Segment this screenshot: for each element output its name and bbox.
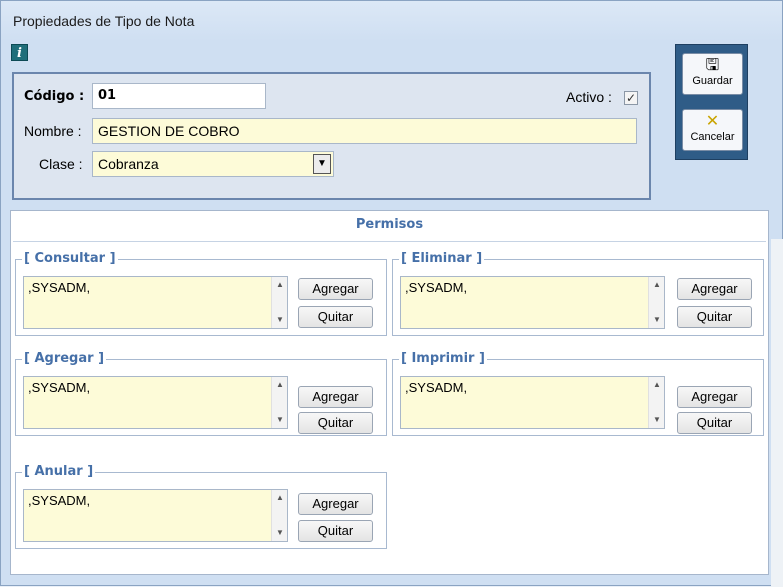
scrollbar[interactable]: ▲ ▼ bbox=[271, 277, 287, 328]
consultar-add-button[interactable]: Agregar bbox=[298, 278, 373, 300]
imprimir-remove-button[interactable]: Quitar bbox=[677, 412, 752, 434]
scroll-up-icon[interactable]: ▲ bbox=[272, 277, 288, 293]
scroll-up-icon[interactable]: ▲ bbox=[272, 490, 288, 506]
scrollbar[interactable]: ▲ ▼ bbox=[271, 377, 287, 428]
group-legend: [ Agregar ] bbox=[22, 351, 107, 366]
group-anular: [ Anular ] ,SYSADM, ▲ ▼ Agregar Quitar bbox=[15, 464, 387, 549]
eliminar-add-button[interactable]: Agregar bbox=[677, 278, 752, 300]
group-agregar: [ Agregar ] ,SYSADM, ▲ ▼ Agregar Quitar bbox=[15, 351, 387, 436]
anular-remove-button[interactable]: Quitar bbox=[298, 520, 373, 542]
window-title: Propiedades de Tipo de Nota bbox=[13, 13, 195, 29]
scroll-down-icon[interactable]: ▼ bbox=[272, 525, 288, 541]
dialog-window: Propiedades de Tipo de Nota i Código : 0… bbox=[0, 0, 783, 587]
agregar-users-textarea[interactable]: ,SYSADM, ▲ ▼ bbox=[23, 376, 288, 429]
group-legend: [ Eliminar ] bbox=[399, 251, 485, 266]
cancel-x-icon: ✕ bbox=[705, 113, 720, 130]
scroll-down-icon[interactable]: ▼ bbox=[649, 412, 665, 428]
permisos-title: Permisos bbox=[355, 217, 424, 232]
clase-select-value: Cobranza bbox=[98, 156, 159, 172]
scroll-up-icon[interactable]: ▲ bbox=[649, 377, 665, 393]
chevron-down-icon[interactable]: ▼ bbox=[313, 154, 331, 174]
group-eliminar: [ Eliminar ] ,SYSADM, ▲ ▼ Agregar Quitar bbox=[392, 251, 764, 336]
textarea-value: ,SYSADM, bbox=[28, 280, 91, 295]
imprimir-users-textarea[interactable]: ,SYSADM, ▲ ▼ bbox=[400, 376, 665, 429]
group-legend: [ Consultar ] bbox=[22, 251, 118, 266]
textarea-value: ,SYSADM, bbox=[405, 380, 468, 395]
scrollbar[interactable]: ▲ ▼ bbox=[648, 277, 664, 328]
textarea-value: ,SYSADM, bbox=[28, 493, 91, 508]
textarea-value: ,SYSADM, bbox=[405, 280, 468, 295]
nombre-label: Nombre : bbox=[24, 123, 82, 139]
window-edge bbox=[771, 239, 783, 587]
scroll-up-icon[interactable]: ▲ bbox=[649, 277, 665, 293]
consultar-users-textarea[interactable]: ,SYSADM, ▲ ▼ bbox=[23, 276, 288, 329]
eliminar-users-textarea[interactable]: ,SYSADM, ▲ ▼ bbox=[400, 276, 665, 329]
anular-add-button[interactable]: Agregar bbox=[298, 493, 373, 515]
scroll-down-icon[interactable]: ▼ bbox=[272, 412, 288, 428]
permisos-panel: Permisos [ Consultar ] ,SYSADM, ▲ ▼ Agre… bbox=[10, 210, 769, 575]
divider bbox=[13, 241, 766, 242]
scroll-down-icon[interactable]: ▼ bbox=[649, 312, 665, 328]
codigo-field[interactable]: 01 bbox=[92, 83, 266, 109]
group-legend: [ Imprimir ] bbox=[399, 351, 487, 366]
info-icon[interactable]: i bbox=[11, 44, 28, 61]
header-panel: Código : 01 Activo : ✓ Nombre : GESTION … bbox=[12, 72, 651, 200]
floppy-disk-icon: 🖫 bbox=[705, 57, 720, 74]
clase-select[interactable]: Cobranza ▼ bbox=[92, 151, 334, 177]
agregar-remove-button[interactable]: Quitar bbox=[298, 412, 373, 434]
group-legend: [ Anular ] bbox=[22, 464, 96, 479]
anular-users-textarea[interactable]: ,SYSADM, ▲ ▼ bbox=[23, 489, 288, 542]
save-button-label: Guardar bbox=[692, 75, 733, 87]
scrollbar[interactable]: ▲ ▼ bbox=[271, 490, 287, 541]
toolbar-panel: 🖫 Guardar ✕ Cancelar bbox=[675, 44, 748, 160]
group-imprimir: [ Imprimir ] ,SYSADM, ▲ ▼ Agregar Quitar bbox=[392, 351, 764, 436]
save-button[interactable]: 🖫 Guardar bbox=[682, 53, 743, 95]
clase-label: Clase : bbox=[39, 156, 83, 172]
nombre-field[interactable]: GESTION DE COBRO bbox=[92, 118, 637, 144]
consultar-remove-button[interactable]: Quitar bbox=[298, 306, 373, 328]
group-consultar: [ Consultar ] ,SYSADM, ▲ ▼ Agregar Quita… bbox=[15, 251, 387, 336]
scroll-down-icon[interactable]: ▼ bbox=[272, 312, 288, 328]
agregar-add-button[interactable]: Agregar bbox=[298, 386, 373, 408]
eliminar-remove-button[interactable]: Quitar bbox=[677, 306, 752, 328]
activo-label: Activo : bbox=[566, 89, 612, 105]
textarea-value: ,SYSADM, bbox=[28, 380, 91, 395]
codigo-label: Código : bbox=[24, 89, 85, 104]
activo-checkbox[interactable]: ✓ bbox=[624, 91, 638, 105]
scrollbar[interactable]: ▲ ▼ bbox=[648, 377, 664, 428]
scroll-up-icon[interactable]: ▲ bbox=[272, 377, 288, 393]
cancel-button-label: Cancelar bbox=[690, 131, 735, 143]
imprimir-add-button[interactable]: Agregar bbox=[677, 386, 752, 408]
cancel-button[interactable]: ✕ Cancelar bbox=[682, 109, 743, 151]
